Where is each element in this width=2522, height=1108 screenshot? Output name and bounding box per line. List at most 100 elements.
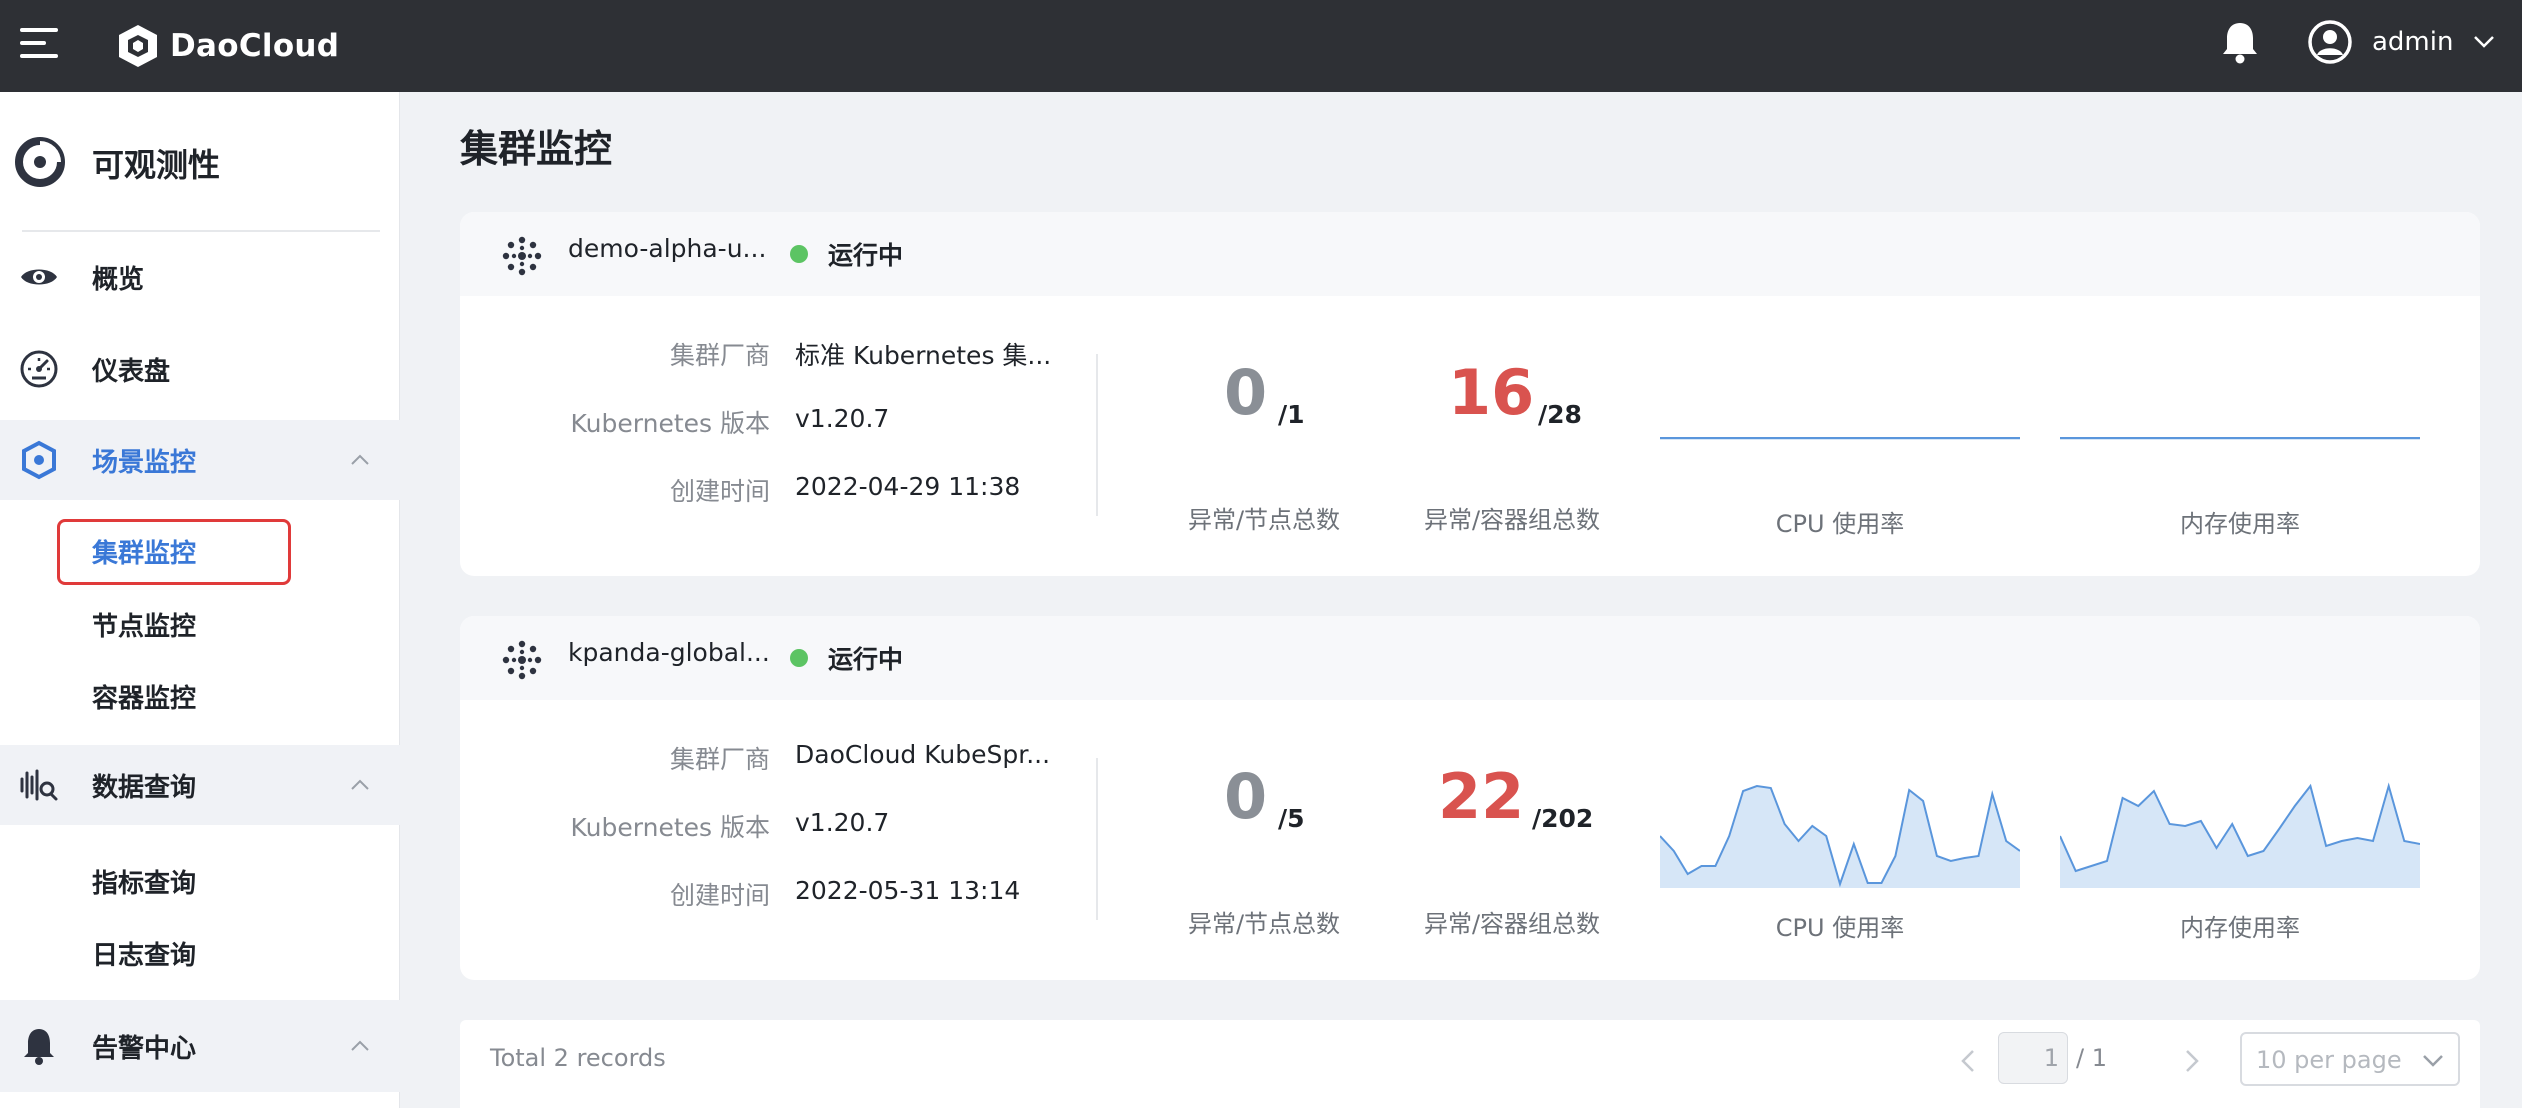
k8s-version-label: Kubernetes 版本 bbox=[570, 409, 770, 438]
user-name: admin bbox=[2372, 27, 2454, 57]
sidebar-item-label: 仪表盘 bbox=[92, 356, 171, 387]
status-badge: 运行中 bbox=[828, 645, 904, 674]
page-count: / 1 bbox=[2076, 1044, 2107, 1072]
sidebar-item-label: 告警中心 bbox=[92, 1033, 197, 1064]
node-abnormal-count: 0 bbox=[1224, 356, 1268, 429]
cpu-usage-sparkline bbox=[1660, 784, 2020, 888]
memory-usage-sparkline bbox=[2060, 437, 2420, 440]
pod-abnormal-count: 22 bbox=[1438, 760, 1525, 833]
logo[interactable]: DaoCloud bbox=[116, 20, 339, 72]
node-abnormal-count: 0 bbox=[1224, 760, 1268, 833]
pod-abnormal-count: 16 bbox=[1448, 356, 1535, 429]
sidebar-item-metric-query[interactable]: 指标查询 bbox=[0, 845, 400, 917]
user-menu[interactable]: admin bbox=[2308, 18, 2495, 66]
cluster-card[interactable]: demo-alpha-u... 运行中 集群厂商 标准 Kubernetes 集… bbox=[460, 212, 2480, 576]
top-bar: DaoCloud admin bbox=[0, 0, 2522, 92]
chevron-down-icon bbox=[2474, 36, 2495, 48]
gauge-icon bbox=[20, 350, 58, 388]
created-value: 2022-05-31 13:14 bbox=[795, 876, 1021, 905]
sidebar-group-data-query[interactable]: 数据查询 bbox=[0, 745, 400, 825]
pod-total-count: /202 bbox=[1532, 804, 1594, 833]
chevron-up-icon bbox=[351, 779, 369, 790]
sidebar-item-label: 指标查询 bbox=[92, 869, 197, 899]
cpu-usage-sparkline bbox=[1660, 437, 2020, 440]
divider bbox=[1096, 354, 1098, 516]
sidebar: 可观测性 概览 仪表盘 场景监控 集群监控 节点监控 容器监控 数据查询 指标查… bbox=[0, 92, 400, 1108]
total-records: Total 2 records bbox=[490, 1044, 666, 1072]
menu-icon[interactable] bbox=[20, 28, 58, 58]
chevron-up-icon bbox=[351, 454, 369, 465]
k8s-version-value: v1.20.7 bbox=[795, 404, 890, 433]
pod-total-count: /28 bbox=[1538, 400, 1582, 429]
cluster-card[interactable]: kpanda-global... 运行中 集群厂商 DaoCloud KubeS… bbox=[460, 616, 2480, 980]
notification-bell-icon[interactable] bbox=[2220, 20, 2260, 64]
observability-icon bbox=[15, 137, 65, 187]
sidebar-item-dashboard[interactable]: 仪表盘 bbox=[0, 329, 400, 409]
sidebar-item-cluster-monitoring[interactable]: 集群监控 bbox=[0, 515, 400, 587]
sidebar-item-container-monitoring[interactable]: 容器监控 bbox=[0, 660, 400, 732]
pod-stat-caption: 异常/容器组总数 bbox=[1423, 910, 1601, 938]
sidebar-item-label: 集群监控 bbox=[92, 539, 197, 569]
chevron-left-icon[interactable] bbox=[1958, 1048, 1978, 1074]
created-value: 2022-04-29 11:38 bbox=[795, 472, 1021, 501]
cpu-usage-caption: CPU 使用率 bbox=[1775, 914, 1905, 942]
sidebar-item-label: 容器监控 bbox=[92, 684, 197, 714]
cpu-usage-caption: CPU 使用率 bbox=[1775, 510, 1905, 538]
waveform-search-icon bbox=[20, 769, 58, 801]
created-label: 创建时间 bbox=[669, 881, 770, 910]
vendor-label: 集群厂商 bbox=[669, 341, 770, 370]
sidebar-group-scenario-monitoring[interactable]: 场景监控 bbox=[0, 420, 400, 500]
page-number-input[interactable]: 1 bbox=[1998, 1032, 2068, 1084]
k8s-version-value: v1.20.7 bbox=[795, 808, 890, 837]
k8s-version-label: Kubernetes 版本 bbox=[570, 813, 770, 842]
vendor-value: DaoCloud KubeSpr... bbox=[795, 740, 1051, 769]
cluster-name[interactable]: demo-alpha-u... bbox=[568, 234, 766, 263]
created-label: 创建时间 bbox=[669, 477, 770, 506]
sidebar-item-label: 日志查询 bbox=[92, 941, 197, 971]
sidebar-item-log-query[interactable]: 日志查询 bbox=[0, 917, 400, 989]
sparkline-area bbox=[2060, 786, 2420, 888]
chevron-up-icon bbox=[351, 1040, 369, 1051]
cluster-card-header: demo-alpha-u... 运行中 bbox=[460, 212, 2480, 296]
cluster-card-header: kpanda-global... 运行中 bbox=[460, 616, 2480, 700]
divider bbox=[1096, 758, 1098, 920]
divider bbox=[22, 230, 380, 232]
node-total-count: /1 bbox=[1278, 400, 1305, 429]
sidebar-title: 可观测性 bbox=[92, 146, 221, 184]
sidebar-item-label: 概览 bbox=[92, 264, 145, 295]
bell-icon bbox=[24, 1029, 54, 1065]
sidebar-item-overview[interactable]: 概览 bbox=[0, 237, 400, 317]
node-stat-caption: 异常/节点总数 bbox=[1187, 506, 1341, 534]
memory-usage-caption: 内存使用率 bbox=[2180, 510, 2300, 538]
pagination-bar: Total 2 records 1 / 1 10 per page bbox=[460, 1020, 2480, 1108]
sidebar-group-alert-center[interactable]: 告警中心 bbox=[0, 1000, 400, 1092]
node-stat-caption: 异常/节点总数 bbox=[1187, 910, 1341, 938]
sidebar-item-label: 数据查询 bbox=[92, 772, 197, 803]
brand-name: DaoCloud bbox=[170, 28, 340, 64]
chevron-right-icon[interactable] bbox=[2182, 1048, 2202, 1074]
status-dot bbox=[790, 245, 808, 263]
memory-usage-sparkline bbox=[2060, 782, 2420, 888]
pod-stat-caption: 异常/容器组总数 bbox=[1423, 506, 1601, 534]
sidebar-item-label: 场景监控 bbox=[92, 447, 197, 478]
status-badge: 运行中 bbox=[828, 241, 904, 270]
page-size-select[interactable]: 10 per page bbox=[2240, 1032, 2460, 1086]
sidebar-header: 可观测性 bbox=[0, 92, 400, 232]
daocloud-logo-icon bbox=[119, 25, 157, 67]
node-total-count: /5 bbox=[1278, 804, 1305, 833]
sparkline-area bbox=[1660, 786, 2020, 888]
hexagon-icon bbox=[22, 440, 56, 480]
memory-usage-caption: 内存使用率 bbox=[2180, 914, 2300, 942]
eye-icon bbox=[21, 269, 57, 285]
chevron-down-icon bbox=[2423, 1055, 2443, 1067]
page-title: 集群监控 bbox=[460, 127, 613, 171]
vendor-label: 集群厂商 bbox=[669, 745, 770, 774]
cluster-icon bbox=[502, 640, 542, 680]
sidebar-item-node-monitoring[interactable]: 节点监控 bbox=[0, 588, 400, 660]
page-size-value: 10 per page bbox=[2256, 1046, 2402, 1074]
status-dot bbox=[790, 649, 808, 667]
sidebar-item-label: 节点监控 bbox=[92, 612, 197, 642]
vendor-value: 标准 Kubernetes 集... bbox=[795, 341, 1052, 370]
user-avatar-icon bbox=[2308, 20, 2352, 64]
cluster-name[interactable]: kpanda-global... bbox=[568, 638, 770, 667]
